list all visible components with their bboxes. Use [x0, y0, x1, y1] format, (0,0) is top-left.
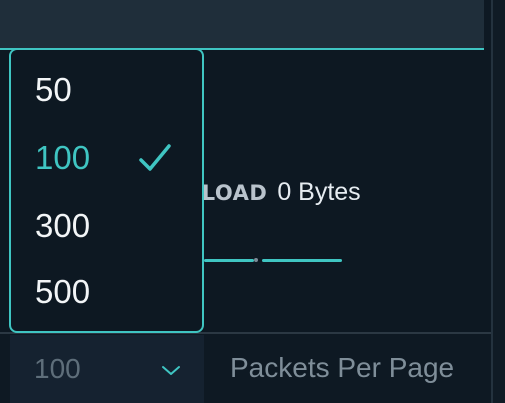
option-label: 50 — [35, 71, 72, 108]
option-50[interactable]: 50 — [35, 60, 195, 120]
option-100[interactable]: 100 — [35, 128, 195, 188]
chevron-down-icon — [162, 366, 180, 375]
packets-per-page-label: Packets Per Page — [230, 352, 455, 383]
payload-bar-separator — [254, 258, 258, 262]
top-toolbar — [0, 0, 484, 48]
option-label: 500 — [35, 273, 91, 310]
payload-row: YLOAD 0 Bytes — [186, 178, 361, 207]
page-size-select[interactable]: 100 — [10, 335, 204, 403]
page-size-dropdown: 50 100 300 500 — [9, 48, 204, 333]
packets-panel: YLOAD 0 Bytes 100 Packets Per Page 50 10… — [0, 0, 505, 403]
checkmark-icon — [139, 144, 171, 171]
right-edge — [493, 0, 505, 403]
payload-bar-segment — [204, 259, 254, 262]
option-label: 300 — [35, 207, 91, 244]
payload-value: 0 Bytes — [277, 178, 361, 206]
page-size-value: 100 — [34, 353, 81, 384]
option-label: 100 — [35, 139, 91, 176]
option-300[interactable]: 300 — [35, 196, 195, 256]
option-500[interactable]: 500 — [35, 262, 195, 322]
payload-bar-segment — [262, 259, 342, 262]
